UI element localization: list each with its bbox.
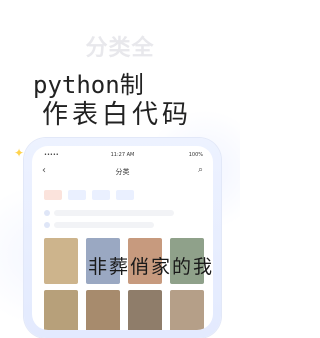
nav-title: 分类 <box>115 168 130 176</box>
battery-level: 100% <box>188 152 203 158</box>
book-cover[interactable] <box>44 238 78 284</box>
nav-bar: ‹ 分类 ⌕ <box>32 164 213 180</box>
list-bullet <box>44 222 50 228</box>
phone-mockup: ••••• 11:27 AM 100% ‹ 分类 ⌕ <box>24 138 221 338</box>
list-bullet <box>44 210 50 216</box>
category-chip[interactable] <box>68 190 86 200</box>
status-time: 11:27 AM <box>110 152 135 158</box>
phone-screen: ••••• 11:27 AM 100% ‹ 分类 ⌕ <box>32 146 213 330</box>
book-cover[interactable] <box>128 290 162 330</box>
sparkle-icon: ✦ <box>14 146 25 160</box>
overlay-text-line2: 作表白代码 <box>42 100 193 130</box>
book-cover[interactable] <box>44 290 78 330</box>
book-cover[interactable] <box>86 290 120 330</box>
category-chip[interactable] <box>92 190 110 200</box>
search-icon[interactable]: ⌕ <box>198 165 203 175</box>
category-chip[interactable] <box>116 190 134 200</box>
hero-title: 分类全 <box>85 36 155 61</box>
category-chip[interactable] <box>44 190 62 200</box>
category-chip-row <box>44 190 204 202</box>
list-item-placeholder <box>54 210 174 216</box>
overlay-text-bottom: 非葬俏家的我 <box>88 256 215 278</box>
status-bar: ••••• 11:27 AM 100% <box>32 150 213 160</box>
list-item-placeholder <box>54 222 154 228</box>
book-cover[interactable] <box>170 290 204 330</box>
